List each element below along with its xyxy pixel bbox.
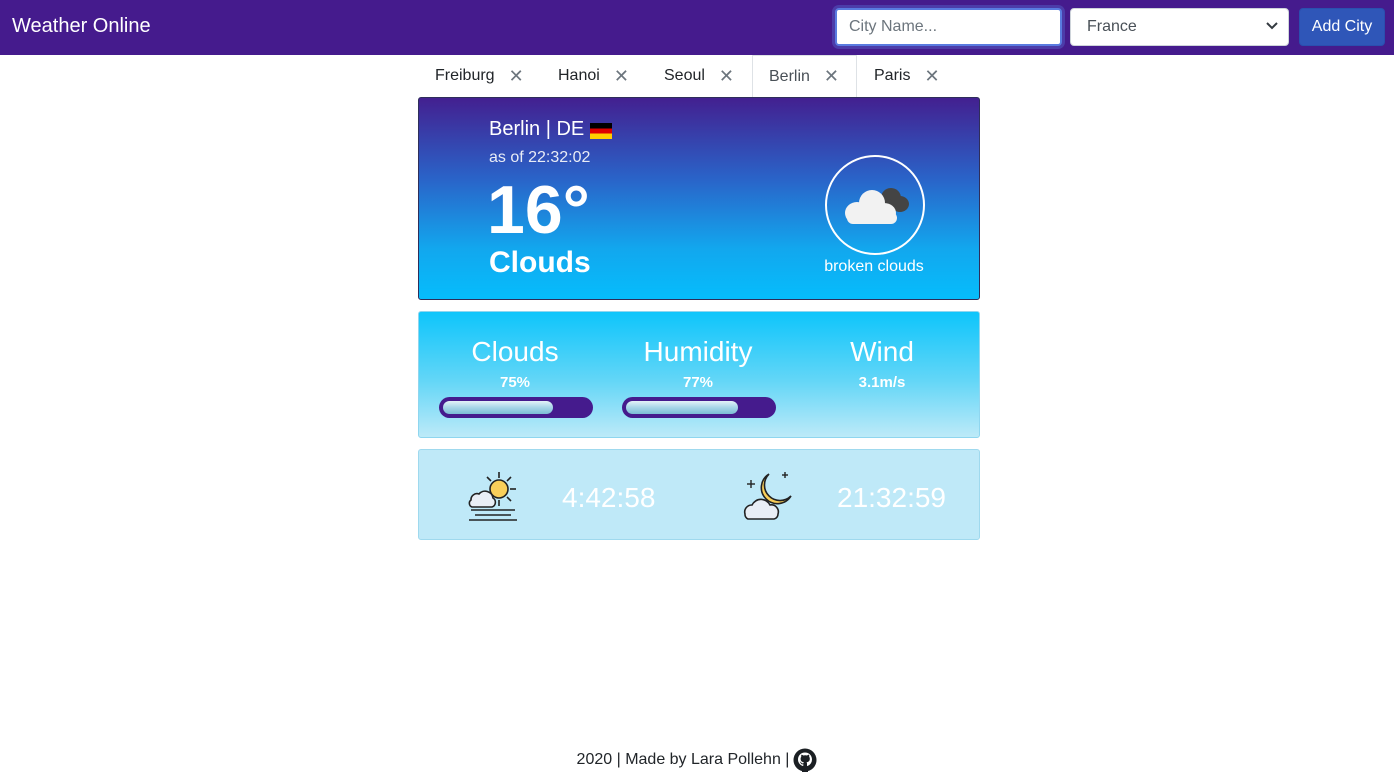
add-city-button[interactable]: Add City bbox=[1299, 8, 1385, 46]
clouds-progress-bar bbox=[439, 397, 593, 418]
close-icon[interactable]: ✕ bbox=[509, 66, 524, 87]
germany-flag-icon bbox=[590, 123, 613, 139]
updated-time: as of 22:32:02 bbox=[489, 149, 591, 166]
weather-condition: Clouds bbox=[489, 246, 591, 279]
tab-berlin[interactable]: Berlin ✕ bbox=[752, 55, 857, 97]
sunrise-icon bbox=[468, 472, 517, 521]
humidity-label: Humidity bbox=[643, 336, 753, 367]
close-icon[interactable]: ✕ bbox=[614, 66, 629, 87]
broken-clouds-icon bbox=[845, 188, 909, 224]
country-select-value: France bbox=[1087, 18, 1137, 35]
wind-value: 3.1m/s bbox=[858, 374, 906, 391]
tab-label: Seoul bbox=[664, 67, 705, 84]
city-tabs: Freiburg ✕ Hanoi ✕ Seoul ✕ Berlin ✕ Pari… bbox=[418, 55, 980, 97]
close-icon[interactable]: ✕ bbox=[824, 66, 839, 87]
sunrise-time: 4:42:58 bbox=[562, 482, 656, 513]
weather-stats-card: Clouds 75% Humidity 77% Wind 3.1m/s bbox=[418, 311, 980, 438]
temperature: 16° bbox=[487, 172, 590, 248]
weather-icon-circle bbox=[825, 155, 925, 255]
sun-times-card: 4:42:58 21:32:59 bbox=[418, 449, 980, 540]
moon-night-icon bbox=[743, 472, 792, 520]
current-weather-card: Berlin | DE as of 22:32:02 16° Clouds br… bbox=[418, 97, 980, 300]
humidity-progress-fill bbox=[626, 401, 738, 414]
clouds-label: Clouds bbox=[471, 336, 559, 367]
humidity-value: 77% bbox=[682, 374, 714, 391]
tab-label: Hanoi bbox=[558, 67, 600, 84]
github-icon[interactable] bbox=[793, 748, 817, 772]
close-icon[interactable]: ✕ bbox=[924, 66, 939, 87]
tab-label: Berlin bbox=[769, 67, 810, 85]
footer-text: 2020 | Made by Lara Pollehn | bbox=[576, 751, 790, 768]
footer: 2020 | Made by Lara Pollehn | bbox=[0, 746, 1394, 774]
close-icon[interactable]: ✕ bbox=[719, 66, 734, 87]
brand-title[interactable]: Weather Online bbox=[12, 15, 151, 38]
tab-label: Freiburg bbox=[435, 67, 495, 84]
country-select[interactable]: France bbox=[1070, 8, 1289, 46]
tab-freiburg[interactable]: Freiburg ✕ bbox=[435, 55, 524, 97]
tab-paris[interactable]: Paris ✕ bbox=[874, 55, 940, 97]
humidity-progress-bar bbox=[622, 397, 776, 418]
clouds-stat: Clouds 75% bbox=[424, 336, 606, 391]
chevron-down-icon bbox=[1266, 21, 1278, 33]
tab-hanoi[interactable]: Hanoi ✕ bbox=[558, 55, 629, 97]
weather-description: broken clouds bbox=[824, 258, 924, 275]
wind-label: Wind bbox=[850, 336, 914, 367]
clouds-progress-fill bbox=[443, 401, 553, 414]
wind-stat: Wind 3.1m/s bbox=[791, 336, 973, 391]
tab-label: Paris bbox=[874, 67, 911, 84]
city-name-input[interactable] bbox=[835, 8, 1062, 46]
tab-seoul[interactable]: Seoul ✕ bbox=[664, 55, 734, 97]
clouds-value: 75% bbox=[499, 374, 531, 391]
city-name: Berlin | DE bbox=[489, 118, 585, 140]
humidity-stat: Humidity 77% bbox=[607, 336, 789, 391]
city-heading: Berlin | DE bbox=[489, 118, 613, 141]
sunset-time: 21:32:59 bbox=[837, 482, 946, 513]
navbar: Weather Online France Add City bbox=[0, 0, 1394, 55]
